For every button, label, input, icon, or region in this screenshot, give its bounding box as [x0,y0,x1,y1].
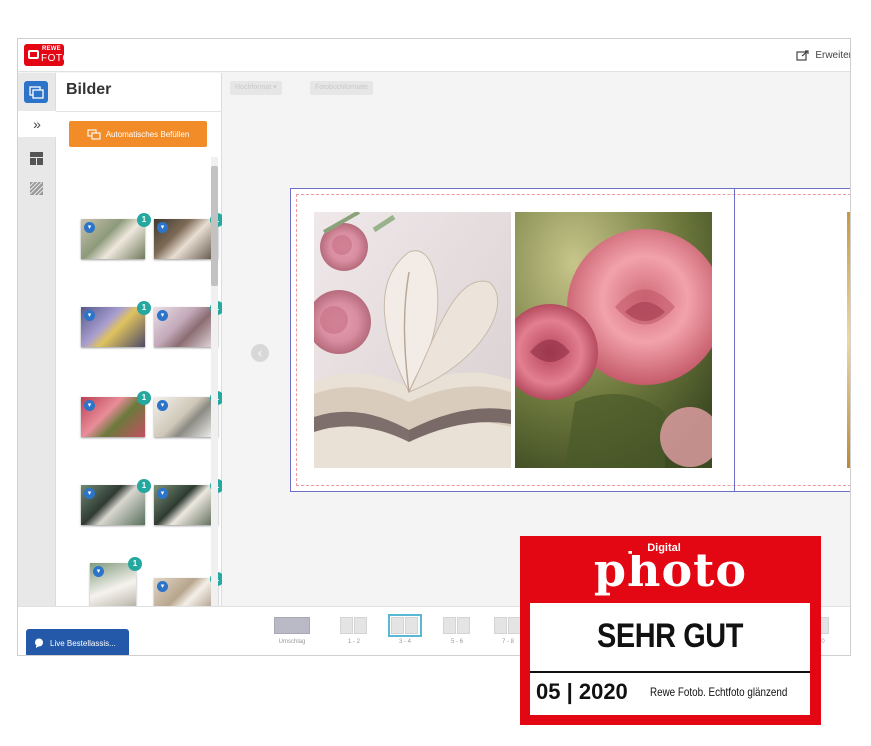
page-thumb[interactable]: 5 - 6 [442,617,472,645]
texture-icon [29,181,43,195]
chevron-down-icon[interactable]: ▾ [84,400,95,411]
chevron-down-icon[interactable]: ▾ [157,222,168,233]
page-label: 3 - 4 [398,639,411,645]
images-tool-button[interactable] [24,81,48,103]
logo-line1: REWE [42,46,61,52]
autofill-button[interactable]: Automatisches Befüllen [69,121,207,147]
photo-thumbnail[interactable]: ▾ 1 [154,213,224,259]
rewe-foto-logo[interactable]: REWE FOTO [24,44,70,66]
expand-label: Erweiter [815,49,851,61]
photo-next-page-edge[interactable] [847,212,850,468]
chevron-down-icon[interactable]: ▾ [157,488,168,499]
usage-badge: 1 [128,557,142,571]
logo-line2: FOTO [41,53,71,64]
images-panel: Bilder Automatisches Befüllen ▾ 1 ▾ 1 ▾ … [56,73,224,623]
photo-thumbnail[interactable]: ▾ 1 [154,391,224,437]
usage-badge: 1 [137,391,151,405]
usage-badge: 1 [137,479,151,493]
autofill-label: Automatisches Befüllen [105,129,190,139]
page-thumb[interactable]: 7 - 8 [493,617,523,645]
page-thumb[interactable]: 1 - 2 [339,617,369,645]
photo-thumbnail[interactable]: ▾ 1 [154,301,224,347]
top-bar: REWE FOTO Erweiter [18,39,851,72]
panel-title: Bilder [66,81,112,98]
editor-workspace: Hochformat ▾ Fotobuchformate ‹ [222,73,850,606]
seal-brand-small: Digital [632,541,696,555]
chat-icon [35,638,43,648]
live-order-assistant-button[interactable]: Live Bestellassis... [26,629,129,655]
photo-pink-roses[interactable] [515,212,712,468]
share-icon [796,50,809,61]
divider [530,671,810,673]
page-cover[interactable]: Umschlag [272,617,312,645]
autofill-icon [87,128,101,140]
photo-thumbnail[interactable]: ▾ 1 [154,479,224,525]
chevron-down-icon[interactable]: ▾ [84,222,95,233]
chevron-down-icon[interactable]: ▾ [157,581,168,592]
expand-button[interactable]: Erweiter [796,49,851,61]
format-dropdown[interactable]: Hochformat ▾ [230,81,282,95]
chevron-down-icon[interactable]: ▾ [157,400,168,411]
photo-thumbnail[interactable]: ▾ 1 [81,301,151,347]
divider [56,111,222,112]
chevron-down-icon[interactable]: ▾ [84,488,95,499]
tool-rail: » [18,73,56,606]
page-label: 5 - 6 [450,639,463,645]
seal-body: SEHR GUT 05 | 2020 Rewe Fotob. Echtfoto … [530,603,810,715]
page-label: 7 - 8 [501,639,514,645]
camera-icon [28,50,39,59]
photo-book-heart-roses[interactable] [314,212,511,468]
collapse-panel-button[interactable]: » [18,111,56,137]
scrollbar-thumb[interactable] [211,166,218,286]
usage-badge: 1 [137,301,151,315]
digital-photo-test-seal: photo Digital SEHR GUT 05 | 2020 Rewe Fo… [520,536,821,725]
seal-issue: 05 | 2020 [536,679,628,704]
layout-icon [29,151,43,165]
chevron-left-icon[interactable]: ‹ [251,344,269,362]
book-spread[interactable] [290,188,850,492]
live-label: Live Bestellassis... [50,638,116,648]
photo-thumbnail[interactable]: ▾ 1 [81,213,151,259]
page-label: 1 - 2 [347,639,360,645]
usage-badge: 1 [137,213,151,227]
photo-thumbnail[interactable]: ▾ 1 [81,479,151,525]
page-fold-line [734,189,735,491]
chevron-down-icon[interactable]: ▾ [84,310,95,321]
seal-rating: SEHR GUT [597,617,743,655]
images-icon [28,85,44,99]
panel-scrollbar[interactable] [211,157,218,606]
chevron-down-icon[interactable]: ▾ [157,310,168,321]
chevron-down-icon[interactable]: ▾ [93,566,104,577]
photo-thumbnail[interactable]: ▾ 1 [81,391,151,437]
format-options-button[interactable]: Fotobuchformate [310,81,373,95]
page-label: Umschlag [278,639,306,645]
layouts-tool-button[interactable] [24,147,48,169]
seal-product: Rewe Fotob. Echtfoto glänzend [650,685,788,699]
page-thumb-selected[interactable]: 3 - 4 [388,614,422,645]
backgrounds-tool-button[interactable] [24,177,48,199]
